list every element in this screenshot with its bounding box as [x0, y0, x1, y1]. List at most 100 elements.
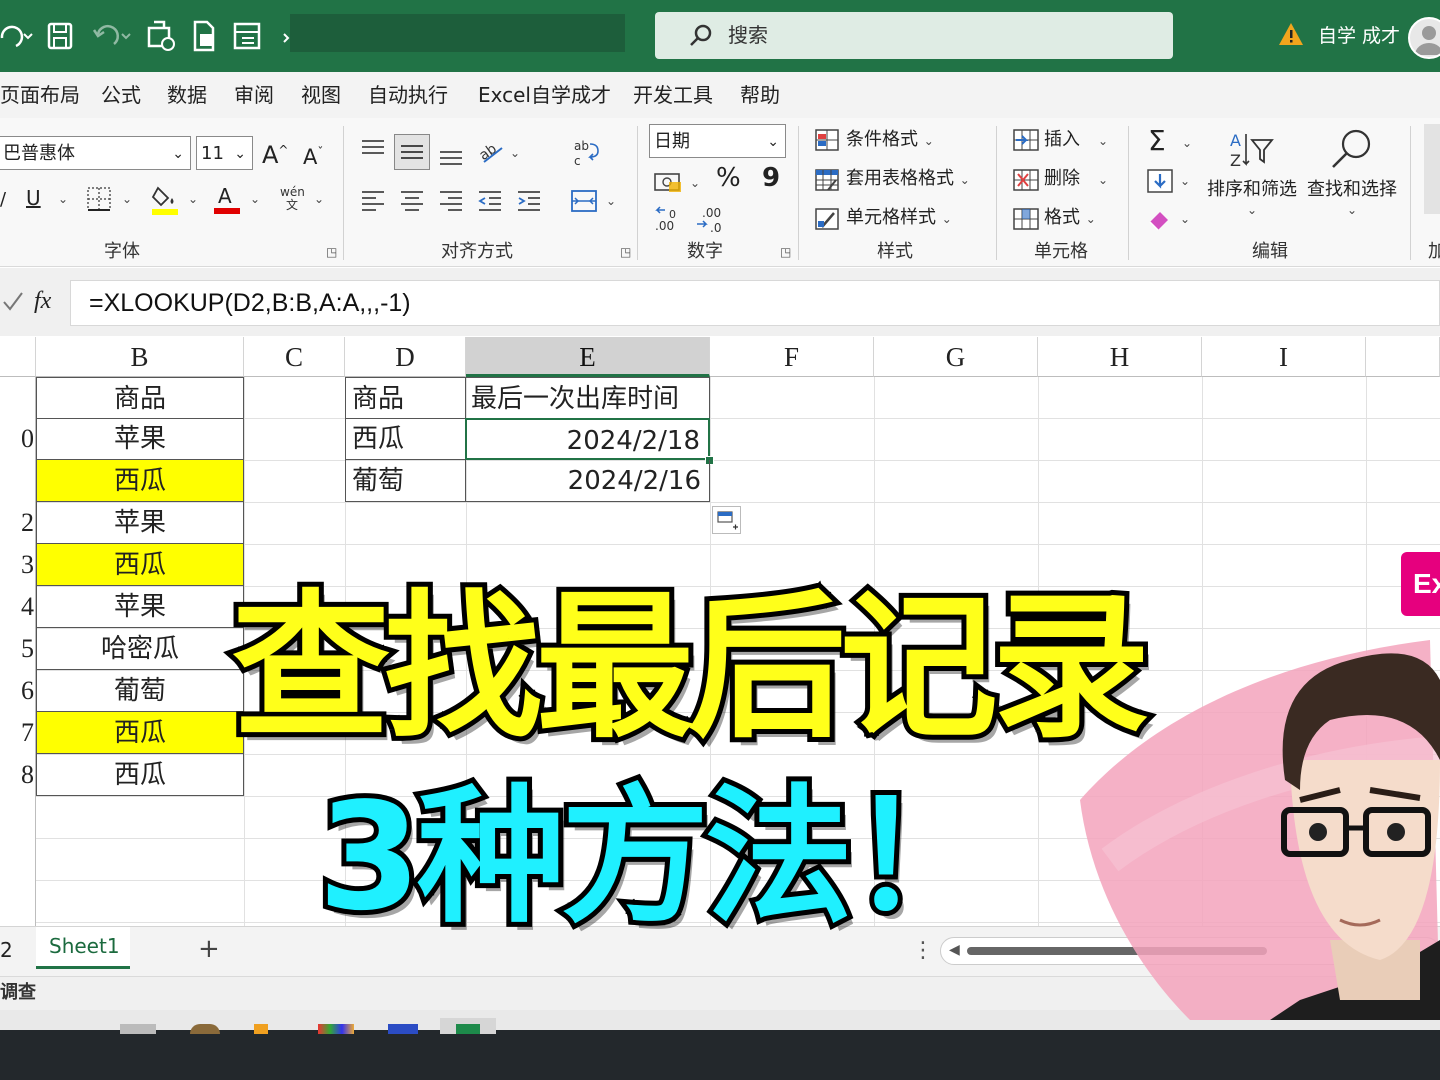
align-top-icon[interactable]	[360, 138, 386, 164]
align-right-icon[interactable]	[438, 188, 464, 216]
row-header[interactable]: 7	[0, 712, 34, 754]
taskbar-app-icon[interactable]	[388, 1024, 418, 1034]
format-cells-button[interactable]: 格式 ⌄	[1044, 206, 1096, 231]
formula-input[interactable]: =XLOOKUP(D2,B:B,A:A,,,-1)	[70, 280, 1440, 326]
find-select-button[interactable]: 查找和选择 ⌄	[1307, 178, 1397, 218]
cell-b2[interactable]: 苹果	[36, 418, 244, 460]
align-center-icon[interactable]	[399, 188, 425, 216]
cell-d1[interactable]: 商品	[345, 377, 466, 419]
chevron-down-icon[interactable]: ⌄	[690, 176, 700, 190]
chevron-down-icon[interactable]: ⌄	[1098, 173, 1108, 187]
document-icon[interactable]	[190, 18, 218, 54]
taskbar-app-icon[interactable]	[318, 1024, 354, 1034]
align-middle-button[interactable]	[394, 134, 430, 170]
cell-b1[interactable]: 商品	[36, 377, 244, 419]
dialog-launcher-icon[interactable]: ◳	[780, 245, 791, 259]
tab-developer[interactable]: 开发工具	[633, 81, 713, 109]
chevron-down-icon[interactable]: ⌄	[188, 192, 198, 206]
tab-custom[interactable]: Excel自学成才	[478, 81, 611, 109]
tab-review[interactable]: 审阅	[234, 81, 274, 109]
addins-icon[interactable]	[1424, 124, 1440, 214]
font-color-icon[interactable]: A	[212, 183, 242, 219]
underline-button[interactable]: U	[26, 186, 41, 210]
italic-button[interactable]: /	[0, 188, 6, 212]
cell-e3[interactable]: 2024/2/16	[465, 460, 710, 502]
row-header[interactable]	[0, 460, 34, 502]
cell-b5[interactable]: 西瓜	[36, 544, 244, 586]
number-format-select[interactable]: 日期 ⌄	[649, 124, 786, 158]
fill-color-icon[interactable]	[150, 184, 180, 220]
chevron-down-icon[interactable]: ⌄	[250, 192, 260, 206]
chevron-down-icon[interactable]: ⌄	[314, 192, 324, 206]
comma-style-button[interactable]: 9	[762, 165, 780, 191]
cell-b7[interactable]: 哈密瓜	[36, 628, 244, 670]
select-all-corner[interactable]	[0, 337, 36, 377]
form-icon[interactable]	[232, 18, 262, 54]
chevron-down-icon[interactable]: ⌄	[1098, 134, 1108, 148]
cell-b6[interactable]: 苹果	[36, 586, 244, 628]
tab-formulas[interactable]: 公式	[101, 81, 141, 109]
autosave-icon[interactable]	[0, 18, 40, 54]
user-avatar[interactable]	[1408, 17, 1440, 59]
format-as-table-button[interactable]: 套用表格格式 ⌄	[846, 167, 970, 192]
clear-icon[interactable]	[1146, 208, 1174, 236]
taskbar-app-icon[interactable]	[254, 1024, 268, 1034]
percent-style-button[interactable]: %	[716, 165, 741, 191]
cell-b3[interactable]: 西瓜	[36, 460, 244, 502]
borders-icon[interactable]	[86, 186, 112, 216]
cell-b4[interactable]: 苹果	[36, 502, 244, 544]
tab-view[interactable]: 视图	[301, 81, 341, 109]
quick-analysis-icon[interactable]	[712, 506, 741, 534]
delete-cells-button[interactable]: 删除	[1044, 167, 1080, 191]
column-header-g[interactable]: G	[874, 337, 1038, 377]
chevron-down-icon[interactable]: ⌄	[510, 146, 520, 160]
search-box[interactable]: 搜索	[655, 12, 1173, 59]
column-header-i[interactable]: I	[1202, 337, 1366, 377]
cell-d2[interactable]: 西瓜	[345, 418, 466, 460]
data-validation-icon[interactable]	[146, 18, 176, 54]
cell-d3[interactable]: 葡萄	[345, 460, 466, 502]
insert-cells-button[interactable]: 插入	[1044, 128, 1080, 152]
accounting-format-icon[interactable]	[653, 170, 683, 198]
save-icon[interactable]	[46, 18, 74, 54]
sheet-tab-partial[interactable]: 2	[0, 935, 13, 965]
cell-e1[interactable]: 最后一次出库时间	[465, 377, 710, 419]
chevron-down-icon[interactable]: ⌄	[122, 192, 132, 206]
increase-decimal-icon[interactable]: .00 0	[653, 204, 683, 238]
wrap-text-icon[interactable]: ab c	[572, 138, 600, 172]
increase-font-button[interactable]: A^	[262, 138, 288, 167]
tab-automate[interactable]: 自动执行	[368, 81, 448, 109]
font-name-select[interactable]: 巴普惠体 ⌄	[0, 136, 191, 170]
autosum-icon[interactable]: Σ	[1148, 126, 1166, 156]
merge-center-icon[interactable]	[570, 188, 598, 218]
taskbar-active-app[interactable]	[440, 1018, 496, 1034]
cell-b10[interactable]: 西瓜	[36, 754, 244, 796]
column-header-d[interactable]: D	[345, 337, 466, 377]
taskbar-app-icon[interactable]	[190, 1024, 220, 1034]
increase-indent-icon[interactable]	[516, 188, 542, 216]
dialog-launcher-icon[interactable]: ◳	[326, 245, 337, 259]
orientation-icon[interactable]: ab	[476, 136, 508, 170]
cell-e2-selected[interactable]: 2024/2/18	[465, 418, 710, 460]
redo-icon[interactable]	[90, 18, 136, 54]
decrease-indent-icon[interactable]	[477, 188, 503, 216]
column-header-j[interactable]	[1366, 337, 1440, 377]
column-header-b[interactable]: B	[36, 337, 244, 377]
enter-check-icon[interactable]	[2, 290, 24, 318]
cell-b8[interactable]: 葡萄	[36, 670, 244, 712]
align-left-icon[interactable]	[360, 188, 386, 216]
warning-icon[interactable]	[1278, 22, 1304, 50]
row-header[interactable]: 4	[0, 586, 34, 628]
chevron-down-icon[interactable]: ⌄	[1180, 212, 1190, 226]
tab-help[interactable]: 帮助	[740, 81, 780, 109]
row-header[interactable]: 5	[0, 628, 34, 670]
fill-icon[interactable]	[1146, 168, 1174, 198]
column-header-h[interactable]: H	[1038, 337, 1202, 377]
phonetic-guide-button[interactable]: wén 文	[280, 186, 305, 212]
conditional-format-button[interactable]: 条件格式 ⌄	[846, 128, 934, 153]
chevron-down-icon[interactable]: ⌄	[1180, 174, 1190, 188]
scroll-left-icon[interactable]: ◀	[949, 942, 960, 958]
user-name[interactable]: 自学 成才	[1318, 21, 1400, 51]
column-header-e[interactable]: E	[466, 337, 710, 377]
add-sheet-button[interactable]: +	[198, 933, 220, 965]
